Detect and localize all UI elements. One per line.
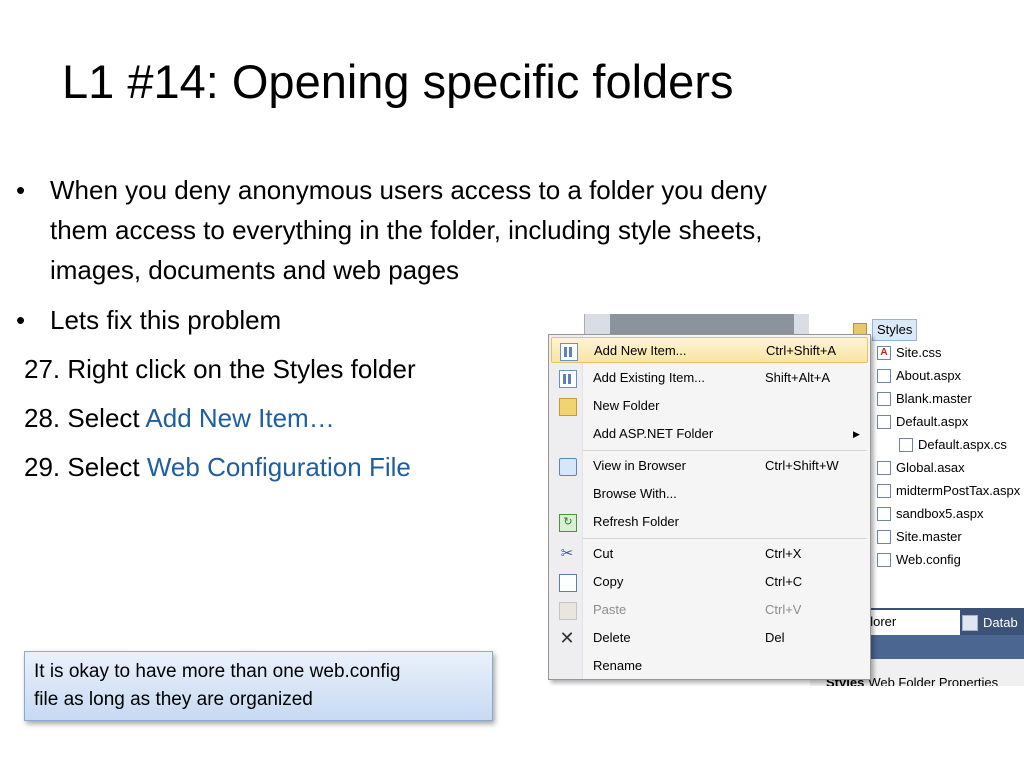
menu-item-new-folder[interactable]: New Folder: [551, 393, 868, 419]
database-icon: [962, 615, 978, 631]
tree-item[interactable]: A Site.css: [877, 343, 942, 363]
menu-separator: [583, 538, 867, 539]
add-new-item-icon: [560, 343, 578, 361]
master-file-icon: [877, 392, 891, 406]
bullet-text: Lets fix this problem: [50, 305, 282, 335]
scrollbar-thumb[interactable]: [610, 314, 794, 336]
bullet-marker: •: [16, 175, 26, 205]
cs-file-icon: [899, 438, 913, 452]
menu-item-add-new-item[interactable]: Add New Item... Ctrl+Shift+A: [551, 337, 868, 363]
step-28: 28. Select Add New Item…: [24, 403, 335, 433]
menu-item-add-aspnet-folder[interactable]: Add ASP.NET Folder ▶: [551, 421, 868, 447]
vs-screenshot: Styles A Site.css About.aspx Blank.master…: [548, 314, 1024, 686]
css-file-icon: A: [877, 346, 891, 360]
aspx-file-icon: [877, 507, 891, 521]
view-in-browser-icon: [559, 458, 577, 476]
web-config-file-highlight: Web Configuration File: [146, 452, 411, 482]
new-folder-icon: [559, 398, 577, 416]
config-file-icon: [877, 553, 891, 567]
note-line: file as long as they are organized: [34, 689, 313, 710]
aspx-file-icon: [877, 484, 891, 498]
paste-icon: [559, 602, 577, 620]
aspx-file-icon: [877, 415, 891, 429]
bullet-text: images, documents and web pages: [50, 255, 460, 285]
copy-icon: [559, 574, 577, 592]
menu-item-browse-with[interactable]: Browse With...: [551, 481, 868, 507]
step-27: 27. Right click on the Styles folder: [24, 354, 416, 384]
context-menu: Add New Item... Ctrl+Shift+A Add Existin…: [548, 334, 871, 680]
delete-icon: ✕: [559, 628, 575, 648]
aspx-file-icon: [877, 369, 891, 383]
tree-item[interactable]: Default.aspx.cs: [899, 435, 1007, 455]
tree-item[interactable]: Blank.master: [877, 389, 972, 409]
note-callout: It is okay to have more than one web.con…: [24, 651, 493, 721]
tree-item[interactable]: About.aspx: [877, 366, 961, 386]
menu-item-add-existing-item[interactable]: Add Existing Item... Shift+Alt+A: [551, 365, 868, 391]
add-existing-item-icon: [559, 370, 577, 388]
tree-item[interactable]: Global.asax: [877, 458, 965, 478]
menu-item-paste: Paste Ctrl+V: [551, 597, 868, 623]
asax-file-icon: [877, 461, 891, 475]
menu-item-rename[interactable]: Rename: [551, 653, 868, 679]
add-new-item-highlight: Add New Item…: [145, 403, 335, 433]
menu-item-refresh-folder[interactable]: ↻ Refresh Folder: [551, 509, 868, 535]
submenu-arrow-icon: ▶: [853, 429, 860, 439]
tree-item[interactable]: Web.config: [877, 550, 961, 570]
refresh-icon: ↻: [559, 514, 577, 532]
menu-item-delete[interactable]: ✕ Delete Del: [551, 625, 868, 651]
horizontal-scrollbar[interactable]: [584, 314, 809, 336]
master-file-icon: [877, 530, 891, 544]
tab-database-explorer[interactable]: Datab: [962, 612, 1024, 634]
menu-item-view-in-browser[interactable]: View in Browser Ctrl+Shift+W: [551, 453, 868, 479]
bullet-text: When you deny anonymous users access to …: [50, 175, 767, 205]
slide-title: L1 #14: Opening specific folders: [62, 55, 734, 108]
menu-separator: [583, 450, 867, 451]
bullet-marker: •: [16, 305, 26, 335]
note-line: It is okay to have more than one web.con…: [34, 661, 401, 682]
cut-icon: ✂: [560, 545, 574, 562]
tree-item[interactable]: Default.aspx: [877, 412, 968, 432]
tree-item[interactable]: sandbox5.aspx: [877, 504, 983, 524]
tree-item[interactable]: midtermPostTax.aspx: [877, 481, 1020, 501]
step-29: 29. Select Web Configuration File: [24, 452, 411, 482]
tree-item[interactable]: Site.master: [877, 527, 962, 547]
bullet-text: them access to everything in the folder,…: [50, 215, 763, 245]
menu-item-cut[interactable]: ✂ Cut Ctrl+X: [551, 541, 868, 567]
menu-item-copy[interactable]: Copy Ctrl+C: [551, 569, 868, 595]
